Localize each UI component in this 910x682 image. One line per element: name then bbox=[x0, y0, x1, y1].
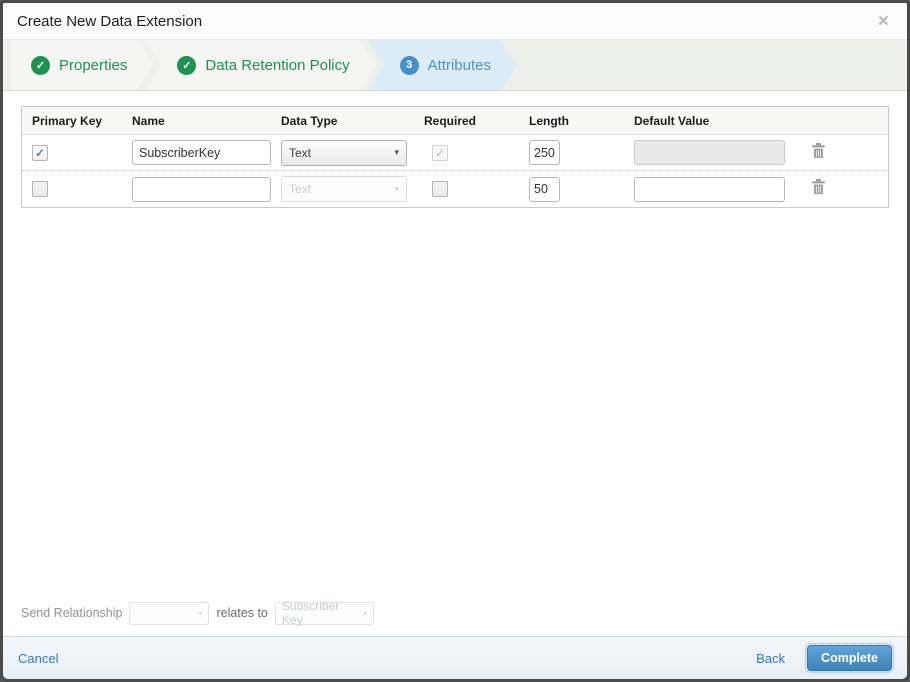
attributes-table: Primary Key Name Data Type Required Leng… bbox=[21, 106, 889, 208]
modal-titlebar: Create New Data Extension × bbox=[3, 3, 907, 40]
trash-icon[interactable] bbox=[811, 142, 826, 159]
name-field[interactable] bbox=[132, 176, 271, 202]
back-button[interactable]: Back bbox=[756, 651, 785, 666]
table-row: ✓ Text ▾ ✓ bbox=[22, 135, 888, 171]
table-header-row: Primary Key Name Data Type Required Leng… bbox=[22, 107, 888, 135]
wizard-step-bar: ✓ Properties ✓ Data Retention Policy 3 A… bbox=[3, 40, 907, 91]
complete-button[interactable]: Complete bbox=[805, 643, 894, 673]
send-relationship-select: ▾ bbox=[129, 601, 210, 625]
relates-to-select: Subscriber Key ▾ bbox=[274, 599, 374, 627]
default-value-field[interactable] bbox=[634, 176, 785, 202]
modal-footer: Cancel Back Complete bbox=[3, 636, 907, 679]
step-complete-check-icon: ✓ bbox=[177, 56, 196, 75]
send-relationship-row: Send Relationship ▾ relates to Subscribe… bbox=[3, 599, 907, 636]
length-field[interactable] bbox=[529, 176, 560, 202]
primary-key-checkbox[interactable] bbox=[32, 181, 48, 197]
data-type-select: Text ▾ bbox=[281, 176, 407, 202]
cancel-button[interactable]: Cancel bbox=[18, 651, 58, 666]
step-attributes[interactable]: 3 Attributes bbox=[368, 40, 517, 90]
step-properties-label: Properties bbox=[59, 56, 128, 74]
header-name: Name bbox=[132, 113, 165, 128]
step-number-badge: 3 bbox=[400, 56, 419, 75]
chevron-down-icon: ▾ bbox=[394, 183, 399, 194]
header-primary-key: Primary Key bbox=[32, 113, 103, 128]
length-field[interactable] bbox=[529, 140, 560, 165]
chevron-down-icon: ▾ bbox=[362, 608, 367, 618]
chevron-down-icon: ▾ bbox=[394, 147, 399, 157]
default-value-field bbox=[634, 140, 785, 165]
send-relationship-label: Send Relationship bbox=[21, 606, 123, 620]
step-data-retention-policy-label: Data Retention Policy bbox=[205, 56, 350, 74]
relates-to-label: relates to bbox=[216, 606, 268, 620]
header-length: Length bbox=[529, 113, 569, 128]
data-type-value: Text bbox=[289, 145, 312, 160]
header-data-type: Data Type bbox=[281, 113, 338, 128]
data-type-value: Text bbox=[289, 182, 312, 196]
relates-to-value: Subscriber Key bbox=[281, 599, 340, 627]
required-checkbox: ✓ bbox=[432, 144, 448, 161]
trash-icon[interactable] bbox=[811, 178, 826, 195]
required-checkbox[interactable] bbox=[432, 181, 448, 197]
step-complete-check-icon: ✓ bbox=[31, 56, 50, 75]
attributes-content: Primary Key Name Data Type Required Leng… bbox=[3, 91, 907, 636]
create-data-extension-modal: Create New Data Extension × ✓ Properties… bbox=[0, 0, 910, 682]
step-data-retention-policy[interactable]: ✓ Data Retention Policy bbox=[145, 40, 375, 90]
close-icon[interactable]: × bbox=[874, 10, 893, 33]
data-type-select[interactable]: Text ▾ bbox=[281, 139, 407, 166]
header-required: Required bbox=[424, 113, 477, 128]
header-default-value: Default Value bbox=[634, 113, 710, 128]
step-attributes-label: Attributes bbox=[427, 56, 491, 74]
table-row: Text ▾ bbox=[22, 171, 888, 207]
chevron-down-icon: ▾ bbox=[198, 608, 203, 618]
primary-key-checkbox[interactable]: ✓ bbox=[32, 144, 48, 161]
step-properties[interactable]: ✓ Properties bbox=[11, 40, 153, 90]
modal-title: Create New Data Extension bbox=[17, 12, 203, 30]
name-field[interactable] bbox=[132, 140, 271, 165]
